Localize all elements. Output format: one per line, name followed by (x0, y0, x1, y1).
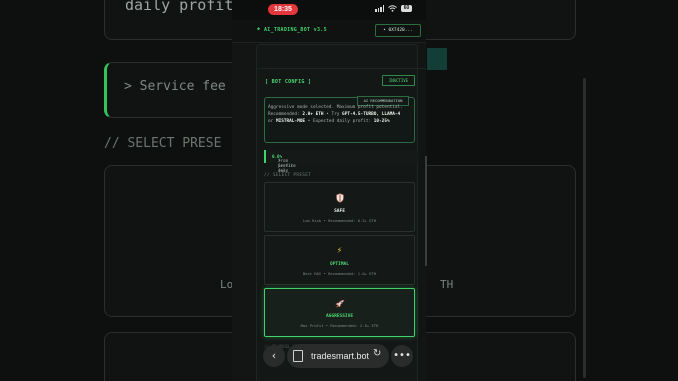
panel-divider (256, 68, 426, 69)
url-bar[interactable]: tradesmart.bot ↻ (287, 344, 389, 368)
reload-icon[interactable]: ↻ (373, 348, 381, 359)
app-header: ◆ AI_TRADING_BOT v3.5 • 0X7420... (232, 20, 426, 43)
recommendation-text: Aggressive mode selected. Maximum profit… (268, 105, 403, 124)
lightning-icon: ⚡ (336, 246, 343, 256)
shield-icon (265, 193, 414, 206)
time-pill: 18:35 (268, 4, 298, 15)
preset-subtitle: Best ROI • Recommended: 1.0+ ETH (302, 271, 377, 276)
battery-icon: 60 (401, 5, 412, 12)
preset-subtitle: Low Risk • Recommended: 0.5+ ETH (302, 218, 377, 223)
wifi-icon (388, 5, 397, 12)
preset-name: SAFE (334, 209, 345, 214)
brand-bullet-icon: ◆ (257, 26, 261, 32)
preset-name: OPTIMAL (330, 262, 349, 267)
phone-screen: 18:35 60 ◆ AI_TRADING_BOT v3.5 • 0X7420.… (232, 0, 426, 381)
rocket-icon (265, 299, 414, 312)
back-button[interactable]: ‹ (263, 345, 285, 367)
bg-select-preset-text: // SELECT PRESE (104, 136, 222, 151)
url-text: tradesmart.bot (311, 351, 370, 361)
bg-teal-block-right (427, 48, 447, 70)
app-brand: AI_TRADING_BOT v3.5 (264, 27, 327, 33)
bg-right-edge-text: TH (440, 278, 454, 291)
phone-scrollbar[interactable] (425, 156, 427, 266)
status-icons: 60 (375, 5, 412, 12)
preset-subtitle: Max Profit • Recommended: 2.0+ ETH (300, 323, 379, 328)
preset-safe[interactable]: SAFE Low Risk • Recommended: 0.5+ ETH (264, 182, 415, 232)
browser-bottom-bar: ‹ tradesmart.bot ↻ ••• (259, 344, 415, 370)
preset-optimal[interactable]: ⚡ OPTIMAL Best ROI • Recommended: 1.0+ E… (264, 235, 415, 285)
preset-aggressive[interactable]: AGGRESSIVE Max Profit • Recommended: 2.0… (264, 288, 415, 337)
preset-name: AGGRESSIVE (325, 314, 354, 319)
bg-service-fee-text: > Service fee (124, 79, 226, 94)
wallet-button[interactable]: • 0X7420... (375, 24, 421, 37)
status-badge: INACTIVE (382, 75, 415, 86)
status-bar: 18:35 60 (232, 0, 426, 20)
service-fee-note: > Service fee: 0.0% from profits only (264, 150, 419, 173)
more-menu-button[interactable]: ••• (391, 345, 413, 367)
tabs-icon (293, 350, 303, 362)
signal-icon (375, 5, 384, 12)
bg-scrollbar (583, 78, 586, 378)
bot-config-title: [ BOT CONFIG ] (265, 79, 312, 85)
select-preset-label: // SELECT PRESET (264, 173, 312, 178)
bg-profit-text: daily profit (125, 0, 234, 14)
